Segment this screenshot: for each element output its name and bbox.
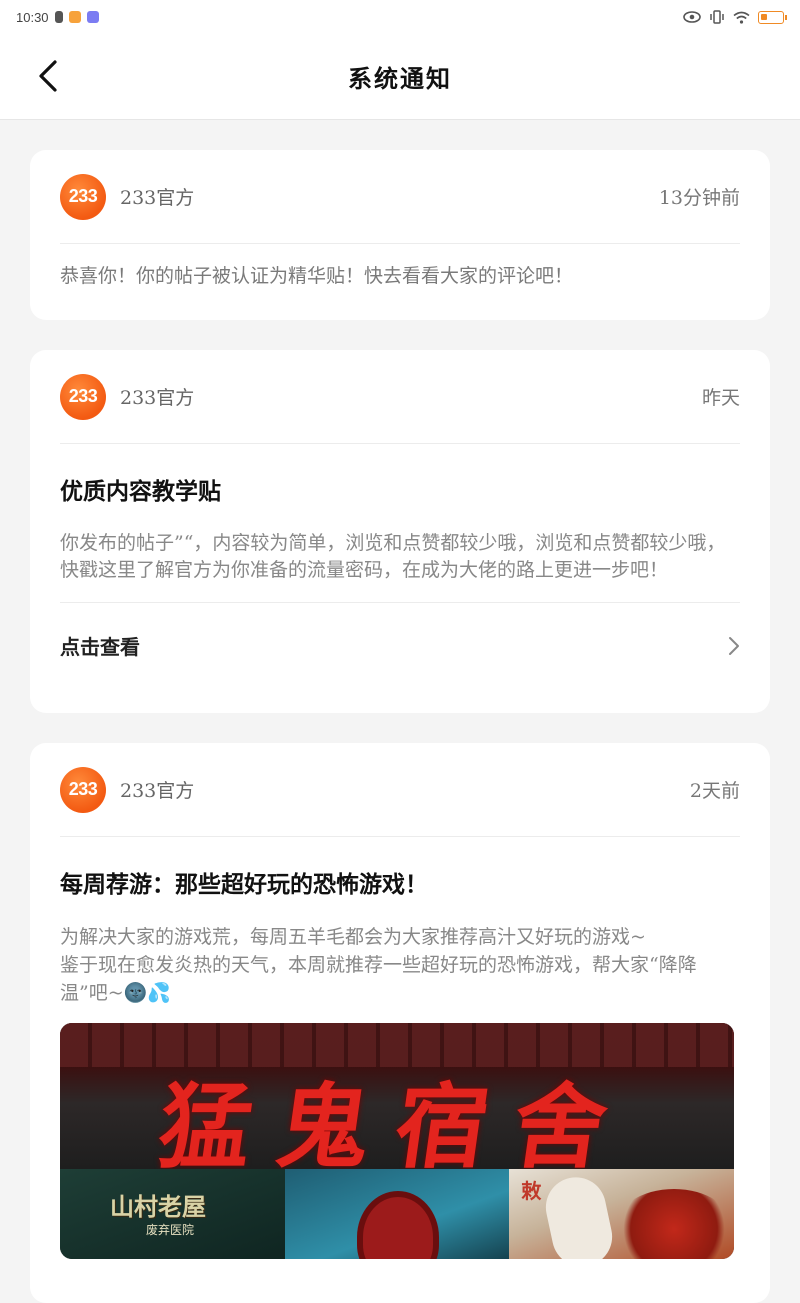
notification-body: 为解决大家的游戏荒，每周五羊毛都会为大家推荐高汁又好玩的游戏~ 鉴于现在愈发炎热…	[60, 901, 740, 1007]
page-title: 系统通知	[348, 64, 452, 93]
notification-card[interactable]: 233 233官方 2天前 每周荐游：那些超好玩的恐怖游戏！ 为解决大家的游戏荒…	[30, 743, 770, 1303]
notification-message: 恭喜你！你的帖子被认证为精华贴！快去看看大家的评论吧！	[60, 265, 574, 287]
body-paragraph: 鉴于现在愈发炎热的天气，本周就推荐一些超好玩的恐怖游戏，帮大家“降降温”吧~🌚💦	[60, 954, 697, 1004]
notification-card[interactable]: 233 233官方 昨天 优质内容教学贴 你发布的帖子”“，内容较为简单，浏览和…	[30, 350, 770, 713]
view-details-label: 点击查看	[60, 635, 140, 659]
notification-header: 233 233官方 昨天	[60, 350, 740, 444]
app-header: 系统通知	[0, 34, 800, 120]
chevron-right-icon	[729, 636, 739, 655]
avatar[interactable]: 233	[60, 173, 106, 220]
status-time: 10:30	[16, 9, 49, 25]
wifi-icon	[733, 11, 750, 24]
avatar[interactable]: 233	[60, 766, 106, 813]
banner-title: 猛鬼宿舍	[152, 1073, 640, 1181]
back-arrow-icon	[39, 60, 57, 92]
body-paragraph: 为解决大家的游戏荒，每周五羊毛都会为大家推荐高汁又好玩的游戏~	[60, 926, 646, 948]
notification-card[interactable]: 233 233官方 13分钟前 恭喜你！你的帖子被认证为精华贴！快去看看大家的评…	[30, 150, 770, 320]
notification-title: 优质内容教学贴	[60, 478, 221, 505]
game-banner-image[interactable]: 猛鬼宿舍 山村老屋 废弃医院 敕	[60, 1023, 734, 1259]
notification-time: 昨天	[701, 387, 740, 409]
view-details-row[interactable]: 点击查看	[60, 602, 740, 688]
notification-header: 233 233官方 13分钟前	[60, 150, 740, 244]
ghost-figure	[362, 1197, 433, 1259]
game-tile	[284, 1169, 510, 1259]
banner-tiles: 山村老屋 废弃医院 敕	[60, 1169, 734, 1259]
alert-icon	[54, 11, 63, 23]
sender-name: 233官方	[120, 780, 195, 802]
app-notification-icon	[86, 11, 99, 23]
hand-figure	[540, 1171, 619, 1259]
notification-time: 13分钟前	[658, 187, 740, 209]
notification-header: 233 233官方 2天前	[60, 743, 740, 837]
back-button[interactable]	[28, 56, 68, 96]
eye-icon	[683, 11, 701, 23]
notification-title: 每周荐游：那些超好玩的恐怖游戏！	[60, 871, 428, 898]
vibrate-icon	[710, 10, 724, 24]
avatar[interactable]: 233	[60, 373, 106, 420]
status-bar: 10:30	[0, 0, 800, 34]
battery-icon	[758, 10, 787, 24]
game-tile: 山村老屋 废弃医院	[60, 1169, 285, 1259]
game-tile-title: 山村老屋	[110, 1192, 206, 1221]
talisman-mark: 敕	[521, 1179, 542, 1203]
app-notification-icon	[68, 11, 81, 23]
game-tile: 敕	[509, 1169, 734, 1259]
banner-top-panel: 猛鬼宿舍	[60, 1023, 734, 1181]
sender-name: 233官方	[120, 387, 195, 409]
game-tile-subtitle: 废弃医院	[146, 1223, 195, 1237]
peppers-figure	[614, 1189, 734, 1259]
notification-body: 你发布的帖子”“，内容较为简单，浏览和点赞都较少哦，浏览和点赞都较少哦，快戳这里…	[60, 532, 726, 581]
notification-time: 2天前	[689, 780, 740, 802]
sender-name: 233官方	[120, 187, 195, 209]
